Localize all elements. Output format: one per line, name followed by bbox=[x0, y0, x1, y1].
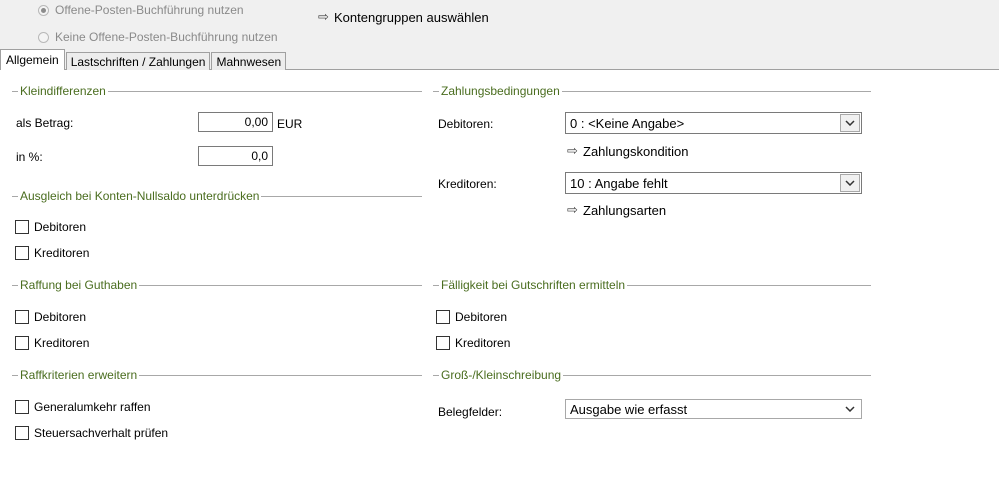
zahlung-debitoren-label: Debitoren: bbox=[438, 117, 494, 131]
generalumkehr-checkbox[interactable]: Generalumkehr raffen bbox=[15, 400, 151, 414]
arrow-right-icon: ⇨ bbox=[567, 202, 578, 217]
link-zahlungskondition-label: Zahlungskondition bbox=[583, 143, 689, 159]
group-title: Ausgleich bei Konten-Nullsaldo unterdrüc… bbox=[20, 189, 260, 203]
group-faelligkeit: Fälligkeit bei Gutschriften ermitteln bbox=[433, 278, 871, 292]
zahlung-kreditoren-label: Kreditoren: bbox=[438, 177, 497, 191]
checkbox-label: Steuersachverhalt prüfen bbox=[34, 426, 169, 440]
link-zahlungsarten-label: Zahlungsarten bbox=[583, 202, 667, 218]
group-title: Raffung bei Guthaben bbox=[20, 278, 138, 292]
group-zahlungsbedingungen: Zahlungsbedingungen bbox=[433, 84, 871, 98]
belegfelder-select[interactable]: Ausgabe wie erfasst bbox=[565, 399, 862, 419]
group-raffung: Raffung bei Guthaben bbox=[12, 278, 422, 292]
betrag-input[interactable]: 0,00 bbox=[198, 112, 273, 132]
radio-keine-op[interactable]: Keine Offene-Posten-Buchführung nutzen bbox=[38, 30, 278, 44]
chevron-down-icon[interactable] bbox=[840, 114, 860, 132]
betrag-unit: EUR bbox=[277, 117, 303, 131]
radio-op-nutzen[interactable]: Offene-Posten-Buchführung nutzen bbox=[38, 3, 244, 17]
chevron-down-icon[interactable] bbox=[840, 400, 860, 418]
tab-lastschriften-zahlungen[interactable]: Lastschriften / Zahlungen bbox=[65, 52, 211, 70]
prozent-input[interactable]: 0,0 bbox=[198, 146, 273, 166]
group-raffkriterien: Raffkriterien erweitern bbox=[12, 368, 422, 382]
select-value: Ausgabe wie erfasst bbox=[570, 401, 688, 417]
select-value: 0 : <Keine Angabe> bbox=[570, 115, 685, 131]
group-title: Raffkriterien erweitern bbox=[20, 368, 138, 382]
radio-op-nutzen-label: Offene-Posten-Buchführung nutzen bbox=[55, 3, 244, 17]
checkbox-label: Debitoren bbox=[34, 310, 87, 324]
chevron-down-icon[interactable] bbox=[840, 174, 860, 192]
radio-unselected-indicator bbox=[38, 31, 49, 43]
raffung-debitoren-checkbox[interactable]: Debitoren bbox=[15, 310, 86, 324]
link-kontengruppen-label: Kontengruppen auswählen bbox=[334, 9, 489, 25]
radio-keine-op-label: Keine Offene-Posten-Buchführung nutzen bbox=[55, 30, 278, 44]
checkbox-label: Kreditoren bbox=[34, 246, 90, 260]
link-zahlungskondition[interactable]: ⇨ Zahlungskondition bbox=[567, 143, 689, 159]
checkbox-label: Debitoren bbox=[455, 310, 508, 324]
group-title: Kleindifferenzen bbox=[20, 84, 106, 98]
tab-allgemein[interactable]: Allgemein bbox=[0, 49, 65, 70]
zahlung-debitoren-select[interactable]: 0 : <Keine Angabe> bbox=[565, 112, 862, 134]
ausgleich-debitoren-checkbox[interactable]: Debitoren bbox=[15, 220, 86, 234]
checkbox-label: Debitoren bbox=[34, 220, 87, 234]
zahlung-kreditoren-select[interactable]: 10 : Angabe fehlt bbox=[565, 172, 862, 194]
group-title: Fälligkeit bei Gutschriften ermitteln bbox=[441, 278, 626, 292]
select-value: 10 : Angabe fehlt bbox=[570, 175, 668, 191]
group-ausgleich: Ausgleich bei Konten-Nullsaldo unterdrüc… bbox=[12, 189, 422, 203]
steuersachverhalt-checkbox[interactable]: Steuersachverhalt prüfen bbox=[15, 426, 168, 440]
radio-selected-indicator bbox=[38, 4, 49, 16]
group-kleindifferenzen: Kleindifferenzen bbox=[12, 84, 422, 98]
group-title: Zahlungsbedingungen bbox=[441, 84, 560, 98]
ausgleich-kreditoren-checkbox[interactable]: Kreditoren bbox=[15, 246, 89, 260]
betrag-label: als Betrag: bbox=[16, 116, 74, 130]
checkbox-label: Kreditoren bbox=[34, 336, 90, 350]
faelligkeit-kreditoren-checkbox[interactable]: Kreditoren bbox=[436, 336, 510, 350]
faelligkeit-debitoren-checkbox[interactable]: Debitoren bbox=[436, 310, 507, 324]
checkbox-label: Generalumkehr raffen bbox=[34, 400, 151, 414]
checkbox-label: Kreditoren bbox=[455, 336, 511, 350]
tab-strip: Allgemein Lastschriften / Zahlungen Mahn… bbox=[0, 49, 287, 70]
group-schreibung: Groß-/Kleinschreibung bbox=[433, 368, 871, 382]
link-kontengruppen[interactable]: ⇨ Kontengruppen auswählen bbox=[318, 9, 489, 25]
arrow-right-icon: ⇨ bbox=[567, 143, 578, 158]
raffung-kreditoren-checkbox[interactable]: Kreditoren bbox=[15, 336, 89, 350]
tab-mahnwesen[interactable]: Mahnwesen bbox=[211, 52, 287, 70]
belegfelder-label: Belegfelder: bbox=[438, 405, 503, 419]
link-zahlungsarten[interactable]: ⇨ Zahlungsarten bbox=[567, 202, 666, 218]
group-title: Groß-/Kleinschreibung bbox=[441, 368, 562, 382]
arrow-right-icon: ⇨ bbox=[318, 9, 329, 24]
prozent-label: in %: bbox=[16, 150, 43, 164]
